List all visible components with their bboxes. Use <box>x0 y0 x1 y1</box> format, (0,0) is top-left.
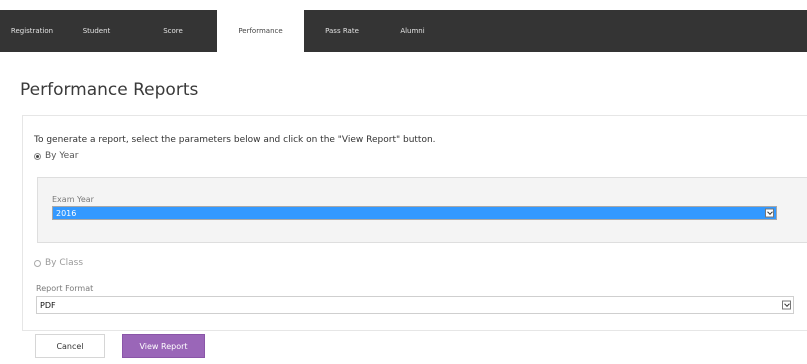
exam-year-value: 2016 <box>56 208 77 218</box>
chevron-down-icon[interactable] <box>765 208 774 218</box>
exam-year-label: Exam Year <box>52 195 94 204</box>
cancel-button[interactable]: Cancel <box>35 334 105 358</box>
tab-student[interactable]: Student <box>64 10 129 52</box>
by-year-option[interactable]: By Year <box>34 151 78 161</box>
report-format-value: PDF <box>40 300 56 310</box>
view-report-button[interactable]: View Report <box>122 334 205 358</box>
tab-score[interactable]: Score <box>129 10 217 52</box>
report-format-select[interactable]: PDF <box>36 296 794 314</box>
by-year-radio[interactable] <box>34 152 41 160</box>
tab-pass-rate[interactable]: Pass Rate <box>304 10 380 52</box>
by-class-option[interactable]: By Class <box>34 258 83 268</box>
report-format-label: Report Format <box>36 284 94 293</box>
tab-alumni[interactable]: Alumni <box>380 10 445 52</box>
by-year-label: By Year <box>45 151 79 161</box>
tab-performance[interactable]: Performance <box>217 10 304 52</box>
top-nav: Registration Student Score Performance P… <box>0 10 807 52</box>
by-class-label: By Class <box>45 258 84 268</box>
instruction-text: To generate a report, select the paramet… <box>34 135 436 145</box>
tab-registration[interactable]: Registration <box>0 10 64 52</box>
by-class-radio[interactable] <box>34 259 41 267</box>
page-title: Performance Reports <box>20 80 199 100</box>
chevron-down-icon[interactable] <box>782 300 791 310</box>
exam-year-select[interactable]: 2016 <box>52 206 777 220</box>
